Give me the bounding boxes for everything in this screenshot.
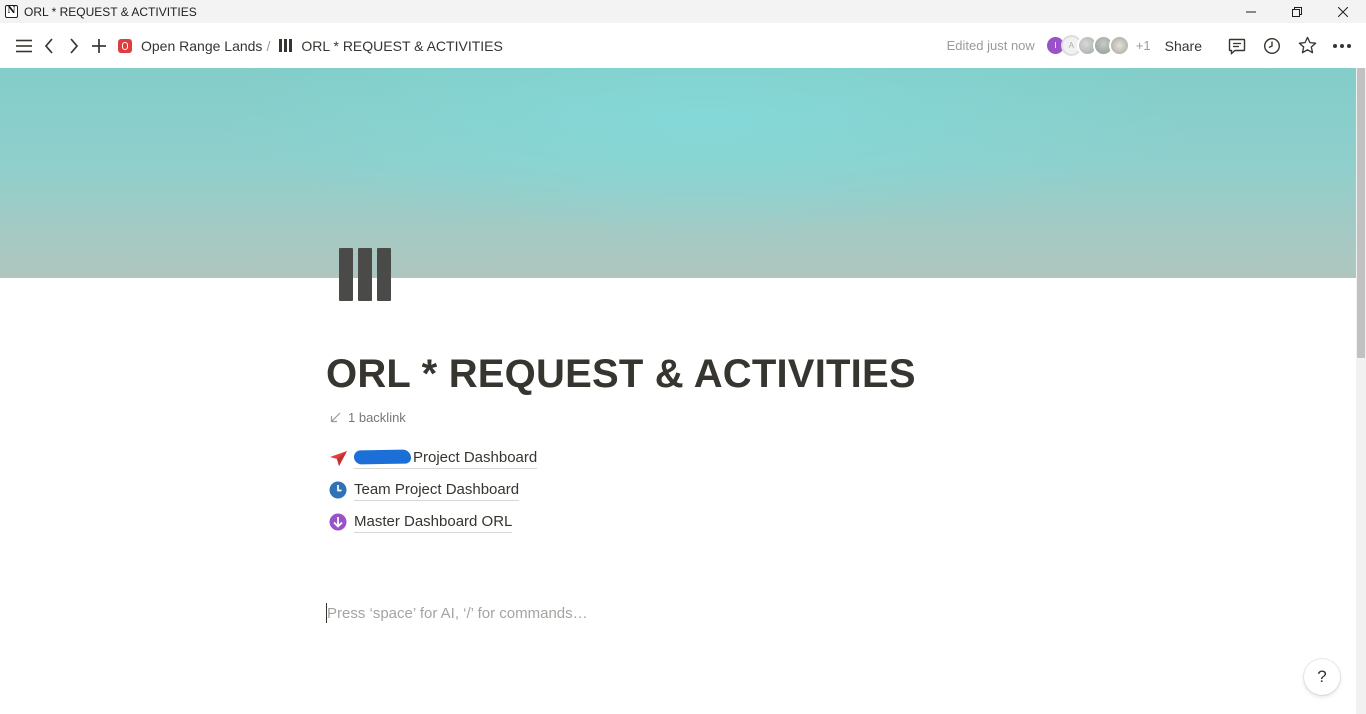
list-item[interactable]: Team Project Dashboard (328, 474, 537, 506)
plus-icon (92, 38, 106, 53)
columns-icon (279, 39, 293, 52)
close-icon (1338, 6, 1348, 17)
top-bar-left: Open Range Lands / ORL * REQUEST & ACTIV… (12, 34, 503, 58)
page-title[interactable]: ORL * REQUEST & ACTIVITIES (326, 352, 916, 397)
avatar[interactable] (1108, 35, 1130, 56)
top-bar: Open Range Lands / ORL * REQUEST & ACTIV… (0, 23, 1366, 68)
star-icon (1298, 36, 1316, 54)
arrow-down-circle-icon (328, 512, 348, 532)
page-cover[interactable] (0, 68, 1356, 278)
backlink-toggle[interactable]: 1 backlink (330, 410, 406, 425)
paper-plane-icon (328, 448, 348, 468)
edited-status: Edited just now (946, 38, 1035, 53)
favorite-button[interactable] (1295, 34, 1319, 58)
more-horizontal-icon (1333, 43, 1351, 48)
window-titlebar: N ORL * REQUEST & ACTIVITIES (0, 0, 1366, 23)
forward-button[interactable] (62, 34, 86, 58)
help-button[interactable]: ? (1304, 659, 1340, 695)
block-placeholder: Press ‘space’ for AI, ‘/’ for commands… (327, 604, 588, 622)
linked-pages-list: Project Dashboard Team Project Dashboard… (328, 442, 538, 538)
close-window-button[interactable] (1320, 0, 1366, 23)
window-title: ORL * REQUEST & ACTIVITIES (24, 4, 197, 19)
minimize-button[interactable] (1228, 0, 1274, 23)
menu-icon (16, 39, 32, 52)
breadcrumb-separator: / (266, 37, 271, 54)
extra-collaborators-count[interactable]: +1 (1136, 38, 1151, 53)
vertical-scrollbar[interactable] (1356, 68, 1366, 714)
page-columns-icon[interactable] (339, 248, 391, 301)
comments-button[interactable] (1225, 34, 1249, 58)
notion-logo-icon: N (5, 5, 18, 18)
sidebar-toggle-button[interactable] (12, 34, 36, 58)
arrow-down-left-icon (330, 412, 341, 423)
breadcrumb-workspace[interactable]: Open Range Lands (141, 38, 262, 54)
clock-icon (1263, 37, 1281, 54)
breadcrumb-page[interactable]: ORL * REQUEST & ACTIVITIES (301, 38, 503, 54)
comment-icon (1228, 38, 1246, 55)
scrollbar-thumb[interactable] (1357, 68, 1365, 358)
more-options-button[interactable] (1330, 34, 1354, 58)
clock-icon (328, 480, 348, 500)
empty-block[interactable]: Press ‘space’ for AI, ‘/’ for commands… (326, 603, 588, 623)
share-button[interactable]: Share (1165, 38, 1202, 54)
top-bar-right: Edited just now I A +1 Share (947, 23, 1354, 68)
new-page-button[interactable] (87, 34, 111, 58)
link-project-dashboard[interactable]: Project Dashboard (353, 448, 538, 469)
backlink-label: 1 backlink (348, 410, 406, 425)
chevron-right-icon (70, 37, 79, 54)
chevron-left-icon (44, 37, 53, 54)
workspace-icon (118, 38, 132, 53)
restore-button[interactable] (1274, 0, 1320, 23)
minimize-icon (1246, 11, 1256, 12)
updates-button[interactable] (1260, 34, 1284, 58)
back-button[interactable] (37, 34, 61, 58)
window-controls (1228, 0, 1366, 23)
collaborator-avatars[interactable]: I A (1044, 35, 1130, 56)
list-item[interactable]: Master Dashboard ORL (328, 506, 537, 538)
breadcrumb: Open Range Lands / ORL * REQUEST & ACTIV… (112, 38, 503, 54)
redaction-mark (353, 449, 412, 464)
restore-icon (1292, 6, 1302, 17)
list-item[interactable]: Project Dashboard (328, 442, 538, 474)
link-master-dashboard-orl[interactable]: Master Dashboard ORL (354, 512, 513, 533)
link-team-project-dashboard[interactable]: Team Project Dashboard (354, 480, 520, 501)
